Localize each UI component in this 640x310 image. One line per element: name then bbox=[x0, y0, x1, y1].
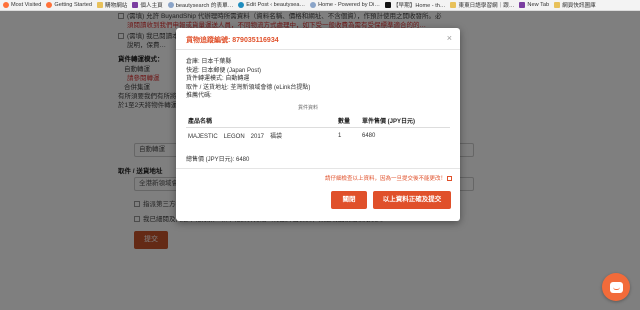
warehouse-line: 倉庫: 日本千葉縣 bbox=[186, 59, 232, 65]
bookmark-label: Edit Post ‹ beautysea… bbox=[246, 2, 306, 8]
chat-launcher-button[interactable] bbox=[602, 273, 630, 301]
confirm-submit-button[interactable]: 以上資料正確及提交 bbox=[373, 191, 451, 209]
total-price: 總售價 (JPY日元): 6480 bbox=[186, 157, 250, 163]
bookmark-label: Most Visited bbox=[11, 2, 42, 8]
unit-price-cell: 6480 bbox=[362, 132, 376, 139]
z-icon bbox=[384, 2, 391, 8]
modal-header: 貨物追蹤編號: 879035116934 × bbox=[176, 28, 460, 50]
bookmark-item[interactable]: Getting Started bbox=[46, 2, 92, 8]
bookmark-item[interactable]: 網頁快訊圖庫 bbox=[554, 1, 596, 9]
bookmark-label: New Tab bbox=[527, 2, 550, 8]
folder-icon bbox=[554, 2, 561, 8]
bookmark-item[interactable]: Home - Powered by Di… bbox=[310, 2, 380, 8]
bookmark-item[interactable]: 購物網站 bbox=[97, 1, 127, 9]
bookmark-item[interactable]: beautysearch 的表單… bbox=[167, 1, 234, 9]
table-row: MAJESTIC LEGON 2017 福袋 1 6480 bbox=[186, 128, 450, 144]
bookmark-label: 購物網站 bbox=[105, 3, 128, 9]
bookmarks-bar: Most Visited Getting Started 購物網站 個人主頁 beaut… bbox=[0, 0, 640, 11]
bookmark-item[interactable]: New Tab bbox=[519, 2, 549, 8]
wordpress-icon bbox=[238, 2, 245, 8]
bookmark-item[interactable]: Most Visited bbox=[3, 2, 41, 8]
folder-icon bbox=[450, 2, 457, 8]
external-link-icon bbox=[447, 176, 452, 182]
column-header-quantity: 數量 bbox=[336, 114, 360, 128]
globe-icon bbox=[310, 2, 317, 8]
product-name-cell: MAJESTIC LEGON 2017 福袋 bbox=[188, 134, 283, 140]
bookmark-label: 東東日語學習網｜跟… bbox=[458, 3, 515, 9]
bookmark-label: Home - Powered by Di… bbox=[318, 2, 380, 8]
bookmark-item[interactable]: 【早期】Home - th… bbox=[384, 1, 446, 9]
bookmark-item[interactable]: 個人主頁 bbox=[132, 1, 163, 9]
bookmark-label: beautysearch 的表單… bbox=[175, 3, 234, 9]
folder-icon bbox=[97, 2, 103, 8]
bookmark-label: 網頁快訊圖庫 bbox=[562, 3, 596, 9]
fire-icon bbox=[3, 2, 9, 8]
quantity-cell: 1 bbox=[338, 132, 342, 139]
courier-line: 快遞: 日本郵便 (Japan Post) bbox=[186, 67, 262, 74]
warning-text: 請仔細檢查以上資料，因為一旦提交後不能更改！ bbox=[325, 174, 452, 182]
firefox-icon bbox=[46, 2, 53, 8]
column-header-unit-price: 單件售價 (JPY日元) bbox=[360, 114, 450, 128]
globe-icon bbox=[167, 2, 174, 8]
modal-divider bbox=[176, 168, 460, 169]
referral-code-line: 推薦代碼: bbox=[186, 93, 212, 100]
chat-icon bbox=[609, 281, 623, 293]
close-button[interactable]: 關閉 bbox=[331, 191, 367, 209]
transfer-mode-line: 貨件轉運模式: 自動轉運 bbox=[186, 76, 250, 83]
bookmark-label: Getting Started bbox=[54, 2, 92, 8]
table-header-row: 產品名稱 數量 單件售價 (JPY日元) bbox=[186, 114, 450, 128]
bookmark-item[interactable]: Edit Post ‹ beautysea… bbox=[238, 2, 305, 8]
bookmark-label: 個人主頁 bbox=[140, 3, 163, 9]
items-table: 產品名稱 數量 單件售價 (JPY日元) MAJESTIC LEGON 2017… bbox=[186, 114, 450, 143]
bookmark-item[interactable]: 東東日語學習網｜跟… bbox=[450, 1, 514, 9]
shipment-info: 倉庫: 日本千葉縣 快遞: 日本郵便 (Japan Post) 貨件轉運模式: … bbox=[186, 58, 450, 101]
bbox-icon bbox=[519, 2, 526, 8]
column-header-product: 產品名稱 bbox=[186, 114, 336, 128]
confirm-shipment-modal: 貨物追蹤編號: 879035116934 × 倉庫: 日本千葉縣 快遞: 日本郵… bbox=[176, 28, 460, 221]
bookmark-label: 【早期】Home - th… bbox=[392, 3, 446, 9]
shipment-data-label: 貨件資料 bbox=[298, 105, 319, 111]
bbox-icon bbox=[132, 2, 139, 8]
pickup-address-line: 取件 / 送貨地址: 荃灣新領域會德 (eLink台提點) bbox=[186, 84, 311, 91]
tracking-number-title: 貨物追蹤編號: 879035116934 bbox=[186, 37, 279, 44]
close-icon[interactable]: × bbox=[447, 33, 452, 43]
